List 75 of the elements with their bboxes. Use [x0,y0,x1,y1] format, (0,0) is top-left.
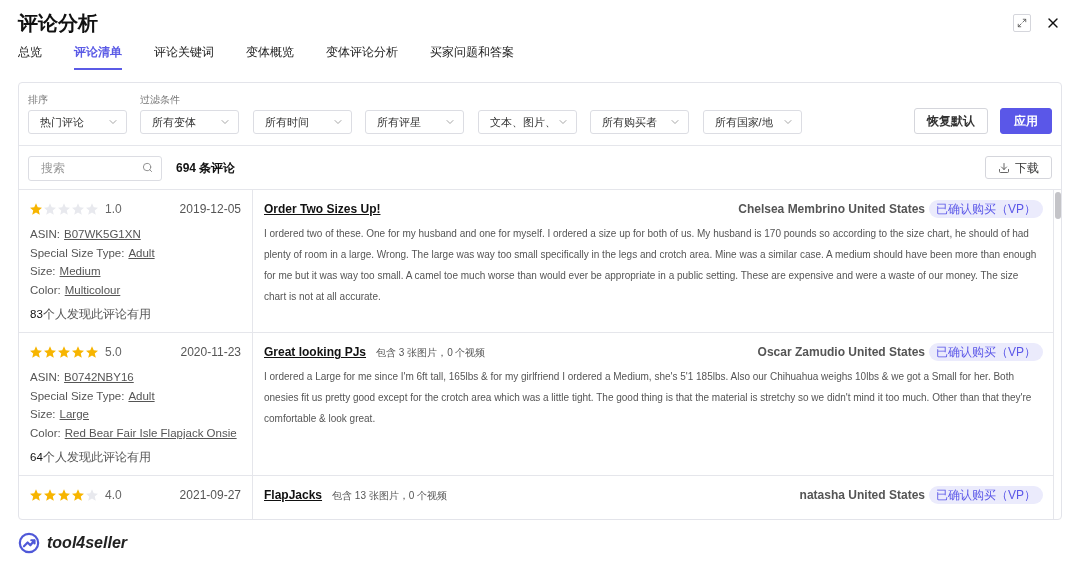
rating-value: 4.0 [105,488,122,502]
review-date: 2020-11-23 [180,345,241,359]
star-icon [58,346,70,358]
attribute-link[interactable]: B07WK5G1XN [64,225,141,244]
download-icon [998,161,1010,174]
search-icon [142,162,153,173]
attribute-label: Special Size Type: [30,388,125,404]
download-button[interactable]: 下载 [985,156,1052,179]
filter-dropdown[interactable]: 所有国家/地 [702,110,802,134]
media-count-text: 包含 13 张图片，0 个视频 [332,488,448,503]
attribute-link[interactable]: B0742NBY16 [64,368,134,387]
tab[interactable]: 总览 [18,44,42,70]
star-icon [30,203,42,215]
attribute-link[interactable]: Adult [128,243,155,262]
review-date: 2021-09-27 [179,488,241,502]
filter-dropdown[interactable]: 所有购买者 [590,110,689,134]
search-field[interactable]: 搜索 [28,155,162,181]
expand-icon [1017,18,1027,28]
star-icon [86,346,98,358]
star-icon [58,489,70,501]
window-title: 评论分析 [18,11,98,36]
filter-dropdown[interactable]: 所有变体 [140,110,239,134]
attribute-label: Color: [30,425,61,441]
attribute-link[interactable]: Adult [128,386,155,405]
attribute-label: ASIN: [30,370,61,385]
review-title-link[interactable]: Great looking PJs [264,343,367,361]
verified-purchase-badge: 已确认购买（VP） [929,486,1043,504]
star-icon [72,346,84,358]
logo-icon [18,532,40,554]
expand-button[interactable] [1013,14,1031,32]
filter-dropdown[interactable]: 文本、图片、 [477,110,577,134]
attribute-label: Size: [30,407,56,422]
sort-dropdown[interactable]: 热门评论 [28,110,127,134]
review-count: 694 条评论 [176,159,236,177]
star-icon [72,489,84,501]
scrollbar-thumb[interactable] [1054,192,1061,219]
star-icon [30,346,42,358]
attribute-link[interactable]: Red Bear Fair Isle Flapjack Onsie [64,423,237,442]
star-icon [44,489,56,501]
attribute-link[interactable]: Multicolour [64,280,121,299]
review-date: 2019-12-05 [179,202,241,216]
reviewer-name: Chelsea Membrino United States [738,201,925,218]
filter-dropdown[interactable]: 所有时间 [252,110,352,134]
review-text: I ordered a Large for me since I'm 6ft tall, 165lbs & for my girlfriend I ordered a Medium, she's 5'1 185lbs. Also our Chihuahua weighs 10lbs & we got a Small for her. Both onesies fit us pretty good except for the crotch area which was a little tight. The good thing is that the material is stretchy so we didn't mind it too much. Other than that they're comfortable & look great. [264,370,1033,426]
tab[interactable]: 评论清单 [74,44,122,70]
helpful-count-text: 64个人发现此评论有用 [30,450,151,465]
media-count-text: 包含 3 张图片，0 个视频 [376,345,486,360]
tab[interactable]: 变体概览 [246,44,294,70]
filter-label: 过滤条件 [140,93,180,107]
review-title-link[interactable]: FlapJacks [264,486,323,504]
attribute-link[interactable]: Medium [59,262,101,281]
tab[interactable]: 评论关键词 [154,44,214,70]
reset-button[interactable]: 恢复默认 [914,108,988,134]
rating-value: 5.0 [105,345,122,359]
reviewer-name: natasha United States [799,487,925,504]
attribute-label: Size: [30,264,56,279]
logo-text: tool4seller [47,533,128,553]
attribute-label: Color: [30,282,61,298]
tab[interactable]: 买家问题和答案 [430,44,514,70]
filter-dropdown[interactable]: 所有评星 [365,110,464,134]
tab[interactable]: 变体评论分析 [326,44,398,70]
sort-label: 排序 [28,93,48,107]
rating-value: 1.0 [105,202,122,216]
attribute-label: Special Size Type: [30,245,125,261]
verified-purchase-badge: 已确认购买（VP） [929,343,1043,361]
review-text: I ordered two of these. One for my husband and one for myself. I ordered a size up for both of us. My husband is 170 pounds so according to the size chart, he should of had plenty of room in a large. Wrong. The large was way too small specifically in the legs and crotch area. Mine was a similar case. A medium should have been more than enough for me but it was way too small. A camel toe much worse than would ever be appropriate in a public setting. These are expensive and were a waste of our money. The size chart is not at all accurate. [264,227,1038,304]
attribute-link[interactable]: Large [59,405,89,424]
verified-purchase-badge: 已确认购买（VP） [929,200,1043,218]
review-title-link[interactable]: Order Two Sizes Up! [264,200,381,218]
helpful-count-text: 83个人发现此评论有用 [30,307,151,322]
attribute-label: ASIN: [30,227,61,242]
star-icon [44,346,56,358]
apply-button[interactable]: 应用 [1000,108,1052,134]
star-icon [30,489,42,501]
reviewer-name: Oscar Zamudio United States [757,344,925,361]
